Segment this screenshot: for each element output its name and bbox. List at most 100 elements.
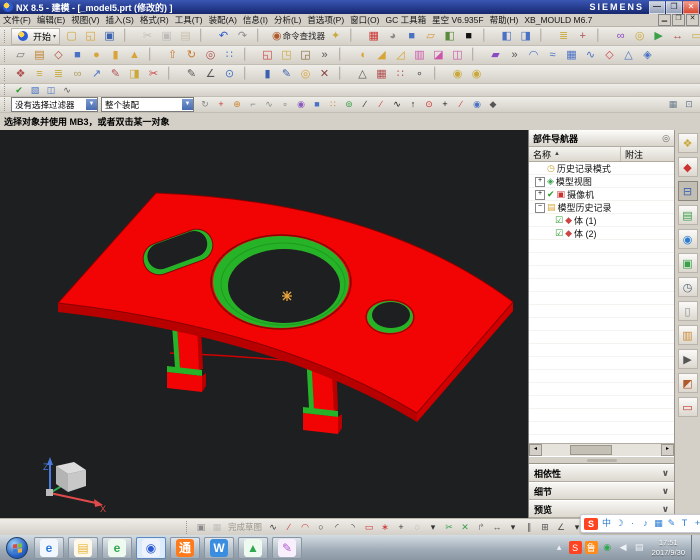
separator[interactable]: ▏ bbox=[252, 28, 271, 44]
toolbar-drag-handle[interactable] bbox=[186, 521, 190, 534]
n-sided-surface[interactable]: ◇ bbox=[600, 47, 619, 63]
refresh-selection[interactable]: ↻ bbox=[197, 98, 213, 111]
sogou-punctuation[interactable]: · bbox=[626, 517, 639, 530]
toolbar-drag-handle[interactable] bbox=[4, 30, 8, 43]
quick-extend[interactable]: ✕ bbox=[457, 521, 473, 534]
snap-endpoint[interactable]: ∕ bbox=[357, 98, 373, 111]
separator[interactable]: ▏ bbox=[535, 28, 554, 44]
separator[interactable]: ▏ bbox=[478, 28, 497, 44]
maximize-view[interactable]: ⊡ bbox=[681, 98, 697, 111]
profile[interactable]: ∗ bbox=[377, 521, 393, 534]
menu-item[interactable]: GC 工具箱 bbox=[382, 14, 429, 26]
lock-feature[interactable]: ◉ bbox=[448, 66, 467, 82]
pin-icon[interactable]: ◎ bbox=[662, 133, 670, 144]
close-button[interactable]: ✕ bbox=[683, 1, 699, 14]
tray-sogou[interactable]: S bbox=[569, 541, 582, 554]
separator[interactable]: ▏ bbox=[239, 66, 258, 82]
tree-row[interactable]: + ✔ ▣ 摄像机 bbox=[529, 188, 674, 201]
measure-distance[interactable]: ✎ bbox=[182, 66, 201, 82]
taskbar-nx[interactable]: ◉ bbox=[136, 537, 166, 559]
through-curves[interactable]: ≈ bbox=[543, 47, 562, 63]
boss[interactable]: ▮ bbox=[258, 66, 277, 82]
doc-close-button[interactable]: ✕ bbox=[686, 14, 699, 26]
menu-item[interactable]: XB_MOULD M6.7 bbox=[521, 15, 595, 25]
assembly-constraints[interactable]: ◨ bbox=[516, 28, 535, 44]
column-note[interactable]: 附注 bbox=[621, 147, 674, 161]
selection-scope-combo[interactable]: 整个装配 ▼ bbox=[101, 97, 194, 112]
object-inspect[interactable]: ⊙ bbox=[220, 66, 239, 82]
paste[interactable]: ▤ bbox=[176, 28, 195, 44]
menu-item[interactable]: 星空 V6.935F bbox=[429, 14, 487, 26]
new-file[interactable]: ▢ bbox=[62, 28, 81, 44]
corner[interactable]: ◝ bbox=[345, 521, 361, 534]
sogou-skin[interactable]: T bbox=[678, 517, 691, 530]
taskbar-360-browser[interactable]: e bbox=[102, 537, 132, 559]
studio-spline[interactable]: ∿ bbox=[265, 521, 281, 534]
menu-item[interactable]: 帮助(H) bbox=[487, 14, 522, 26]
snap-rollover[interactable]: ⊕ bbox=[229, 98, 245, 111]
snap-tangent[interactable]: ∕ bbox=[453, 98, 469, 111]
curve-dropdown[interactable]: ▾ bbox=[425, 521, 441, 534]
start-visualization[interactable]: ▶ bbox=[649, 28, 668, 44]
measure-tool[interactable]: ↔ bbox=[668, 28, 687, 44]
delete-face[interactable]: ✂ bbox=[144, 66, 163, 82]
snap-rotate[interactable]: ⊚ bbox=[341, 98, 357, 111]
roles[interactable]: ◩ bbox=[678, 373, 698, 393]
details[interactable]: 细节 ∨ bbox=[529, 482, 674, 500]
sogou-keyboard[interactable]: ▦ bbox=[652, 517, 665, 530]
snap-intersection[interactable]: + bbox=[437, 98, 453, 111]
snap-eye[interactable]: ◉ bbox=[469, 98, 485, 111]
make-corner[interactable]: ↱ bbox=[473, 521, 489, 534]
swept[interactable]: ∿ bbox=[581, 47, 600, 63]
menu-item[interactable]: 编辑(E) bbox=[34, 14, 68, 26]
through-curve-mesh[interactable]: ▦ bbox=[562, 47, 581, 63]
find-feature[interactable]: ◎ bbox=[630, 28, 649, 44]
chamfer[interactable]: ◢ bbox=[372, 47, 391, 63]
separator[interactable]: ▏ bbox=[334, 66, 353, 82]
measure-angle[interactable]: ∠ bbox=[201, 66, 220, 82]
snap-curve[interactable]: ∿ bbox=[261, 98, 277, 111]
extrude[interactable]: ⇧ bbox=[163, 47, 182, 63]
tree-row[interactable]: ☑ ◆ 体 (1) bbox=[529, 214, 674, 227]
view-section[interactable]: ◧ bbox=[440, 28, 459, 44]
separator[interactable]: ▏ bbox=[334, 47, 353, 63]
pocket[interactable]: ✎ bbox=[277, 66, 296, 82]
start-orb-button[interactable] bbox=[6, 537, 28, 559]
checkbox-icon[interactable]: ☑ bbox=[555, 228, 563, 239]
snap-arrow[interactable]: ↑ bbox=[405, 98, 421, 111]
doc-minimize-button[interactable]: ▁ bbox=[658, 14, 671, 26]
snap-select[interactable]: ⌐ bbox=[245, 98, 261, 111]
column-name[interactable]: 名称 ▲ bbox=[529, 147, 621, 161]
separator[interactable]: ▏ bbox=[592, 28, 611, 44]
taskbar-ie[interactable]: e bbox=[34, 537, 64, 559]
triangle-mesh[interactable]: △ bbox=[353, 66, 372, 82]
sogou-logo-icon[interactable]: S bbox=[584, 518, 598, 530]
bookmarks[interactable]: ≣ bbox=[554, 28, 573, 44]
hole[interactable]: ◎ bbox=[201, 47, 220, 63]
taskbar-paint[interactable]: ✎ bbox=[272, 537, 302, 559]
sogou-mode-chinese[interactable]: 中 bbox=[600, 517, 613, 530]
tree-expander[interactable]: − bbox=[535, 203, 545, 213]
snap-spline[interactable]: ∿ bbox=[389, 98, 405, 111]
menu-item[interactable]: 视图(V) bbox=[68, 14, 102, 26]
selection-filter-combo[interactable]: 没有选择过滤器 ▼ bbox=[11, 97, 98, 112]
window-display[interactable]: ▦ bbox=[364, 28, 383, 44]
taskbar-cad-viewer[interactable]: ▲ bbox=[238, 537, 268, 559]
circle[interactable]: ○ bbox=[313, 521, 329, 534]
studio-surface[interactable]: ◈ bbox=[638, 47, 657, 63]
datum-plane[interactable]: ◇ bbox=[49, 47, 68, 63]
start-menu-button[interactable]: 开始 ▾ bbox=[11, 28, 60, 45]
sogou-fullhalf-moon[interactable]: ☽ bbox=[613, 517, 626, 530]
hd3d-tools[interactable]: ▣ bbox=[678, 253, 698, 273]
tree-expander[interactable]: + bbox=[535, 190, 545, 200]
optimize-face[interactable]: ∷ bbox=[391, 66, 410, 82]
tree-row[interactable]: + ◈ 模型视图 bbox=[529, 175, 674, 188]
export-part[interactable]: ◫ bbox=[43, 84, 59, 97]
offset-surface[interactable]: △ bbox=[619, 47, 638, 63]
snap-center[interactable]: ⊙ bbox=[421, 98, 437, 111]
sheet-body[interactable]: ▱ bbox=[421, 28, 440, 44]
wave-link[interactable]: ∞ bbox=[68, 66, 87, 82]
offset-region[interactable]: ◨ bbox=[125, 66, 144, 82]
sogou-voice[interactable]: ♪ bbox=[639, 517, 652, 530]
more-booleans[interactable]: » bbox=[315, 47, 334, 63]
